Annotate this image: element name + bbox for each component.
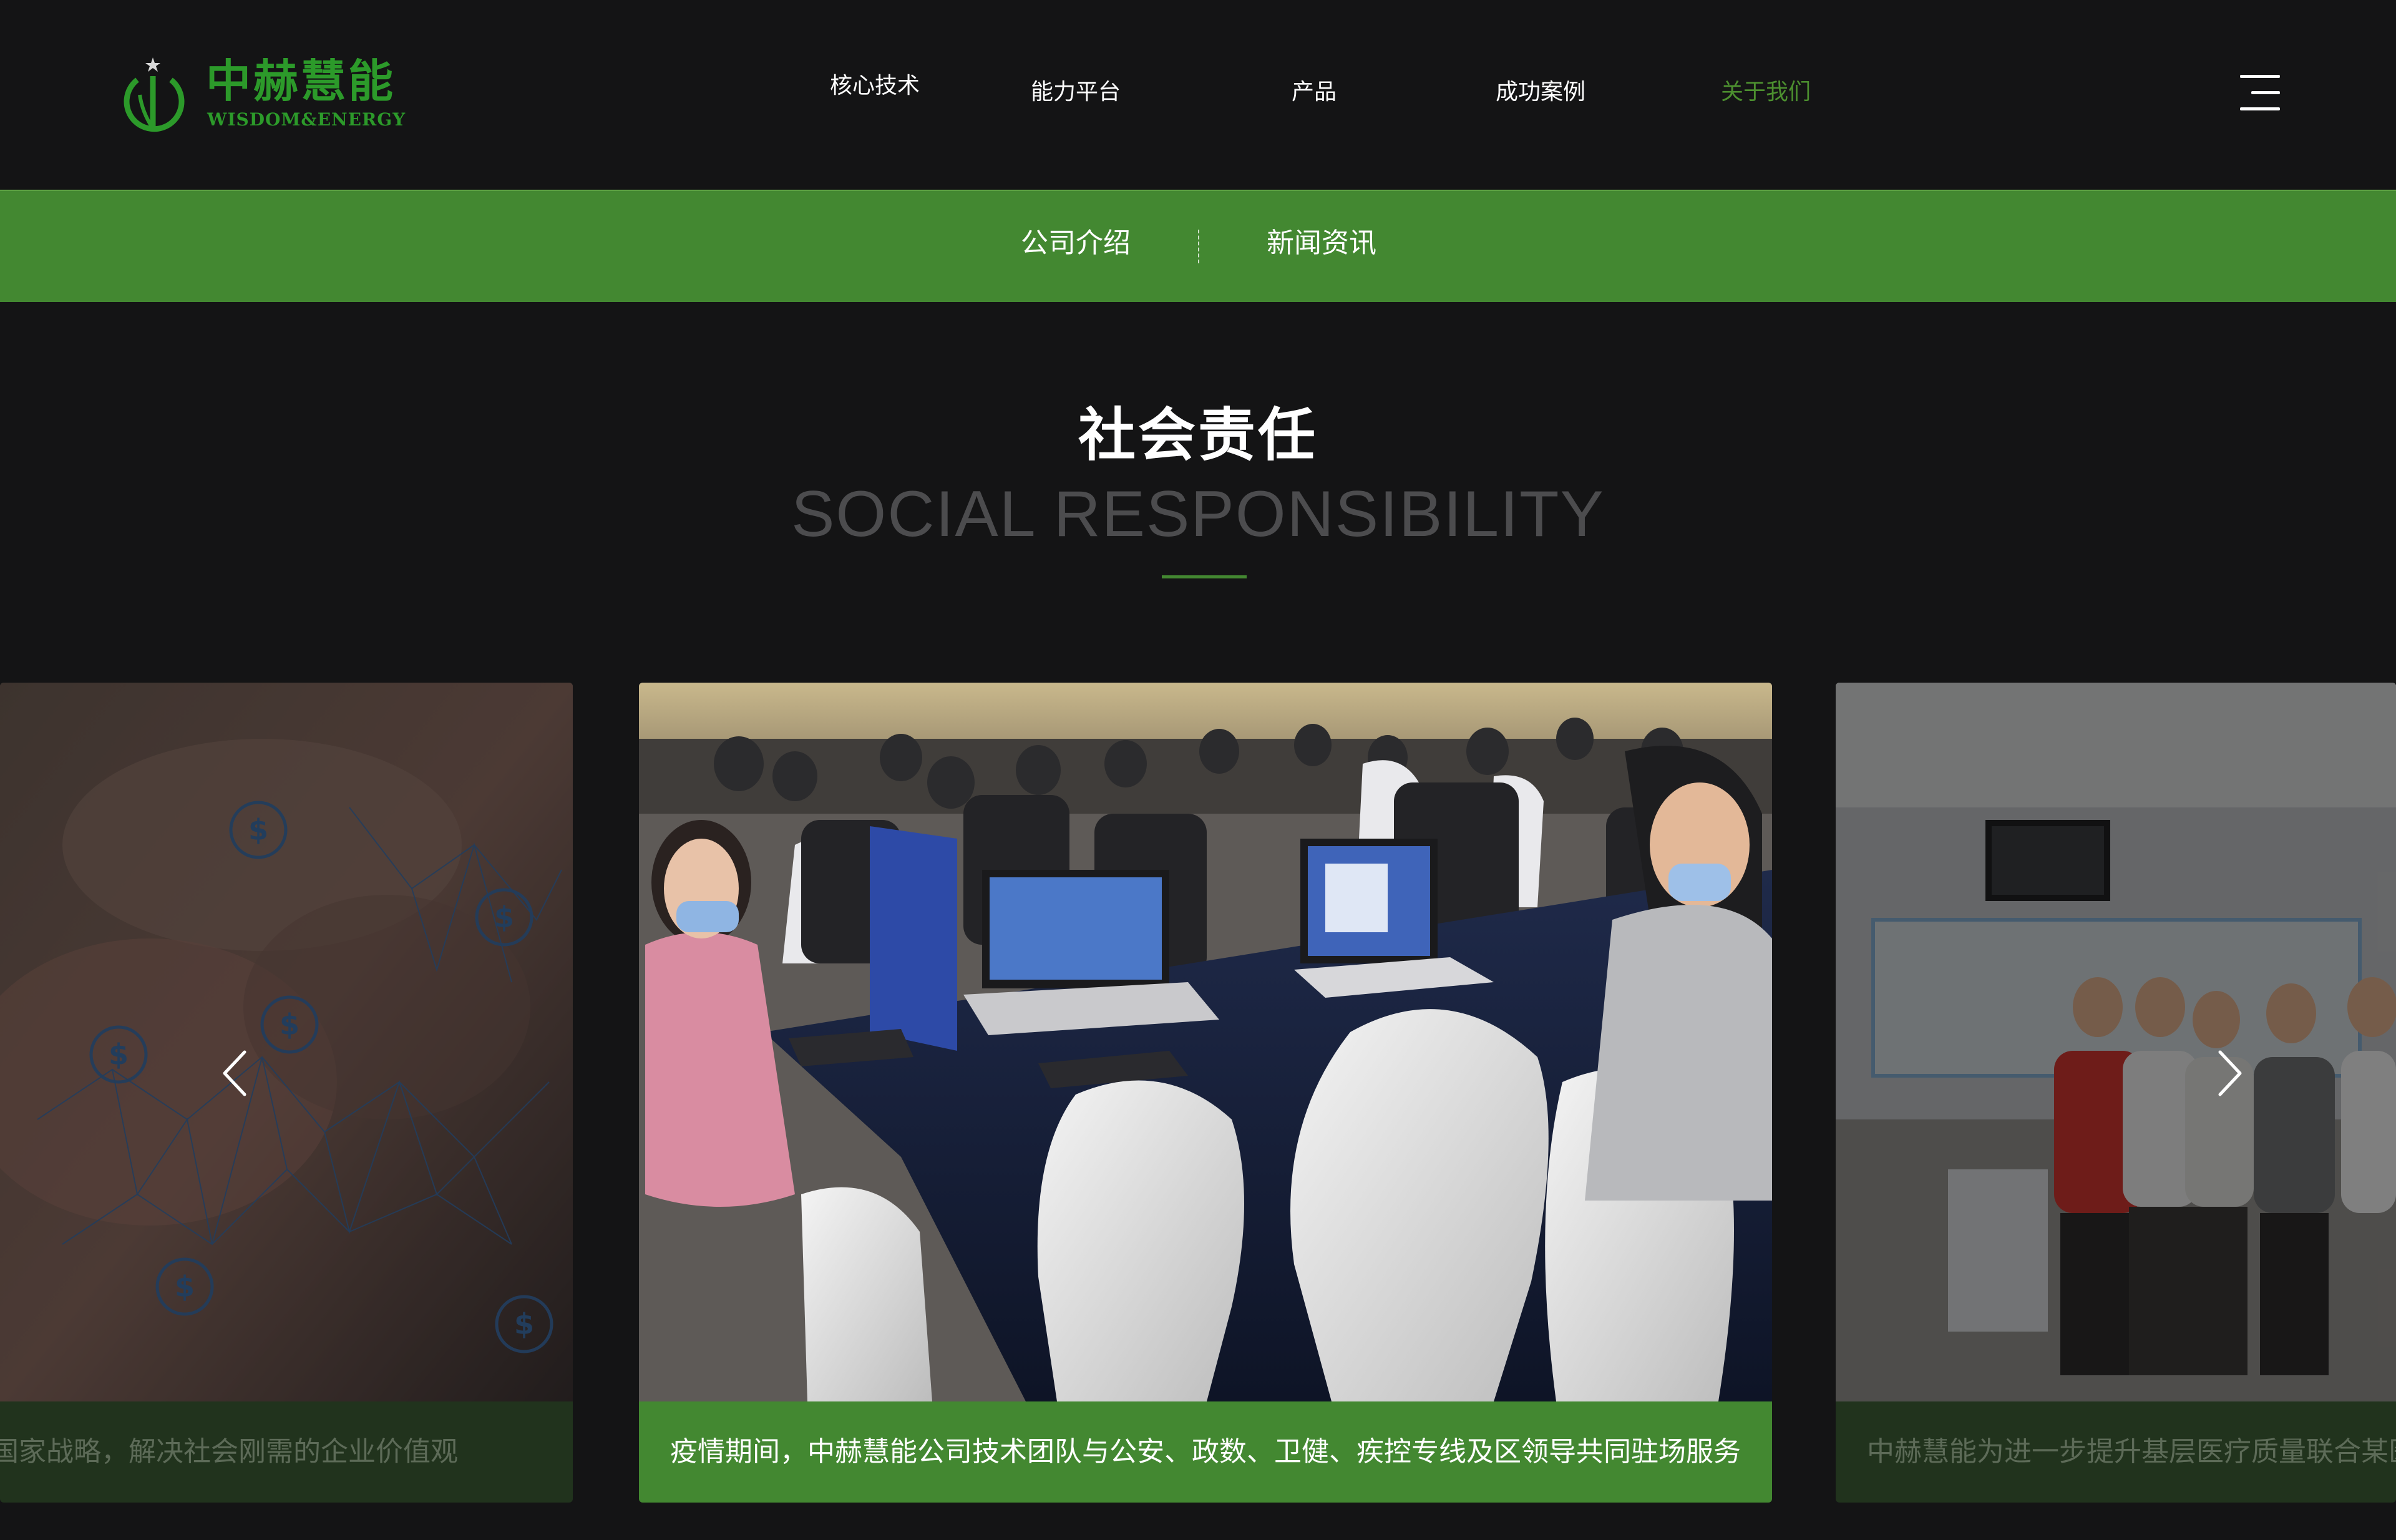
carousel-slide-next[interactable]: 中赫慧能为进一步提升基层医疗质量联合某医 (1836, 683, 2396, 1503)
logo[interactable]: 中赫慧能 WISDOM&ENERGY (119, 55, 406, 136)
slide-caption: 中赫慧能为进一步提升基层医疗质量联合某医 (1836, 1401, 2396, 1503)
subnav-divider (1198, 230, 1199, 263)
slide-dim-overlay (1836, 683, 2396, 1401)
brand-name-cn: 中赫慧能 (206, 55, 396, 107)
subnav-item-news[interactable]: 新闻资讯 (1267, 230, 1376, 257)
section-title: 社会责任 (1078, 402, 1318, 469)
carousel-prev-button[interactable] (216, 1048, 253, 1098)
sub-navigation: 公司介绍 新闻资讯 (0, 190, 2396, 302)
team-working-laptops-image (639, 683, 1772, 1401)
hands-network-dollar-image: $ $ $ $ $ $ (0, 683, 573, 1401)
group-photo-clinic-image (1836, 683, 2396, 1401)
page: 中赫慧能 WISDOM&ENERGY 核心技术 能力平台 产品 成功案例 关于我… (0, 0, 2396, 1540)
slide-caption-text: 中赫慧能为进一步提升基层医疗质量联合某医 (1867, 1436, 2396, 1468)
carousel-next-button[interactable] (2211, 1048, 2249, 1098)
carousel-slide-active[interactable]: 疫情期间，中赫慧能公司技术团队与公安、政数、卫健、疾控专线及区领导共同驻场服务 (639, 683, 1772, 1503)
slide-caption-text: 疫情期间，中赫慧能公司技术团队与公安、政数、卫健、疾控专线及区领导共同驻场服务 (670, 1436, 1741, 1468)
chevron-right-icon (2218, 1050, 2242, 1096)
header: 中赫慧能 WISDOM&ENERGY 核心技术 能力平台 产品 成功案例 关于我… (0, 0, 2396, 190)
subnav-item-company-intro[interactable]: 公司介绍 (1021, 230, 1131, 257)
nav-item-cases[interactable]: 成功案例 (1496, 81, 1585, 104)
nav-item-products[interactable]: 产品 (1292, 81, 1337, 104)
carousel-slide-prev[interactable]: $ $ $ $ $ $ 国家战略，解决社会刚需的企业价值观 (0, 683, 573, 1503)
slide-dim-overlay (0, 683, 573, 1401)
chevron-left-icon (223, 1050, 246, 1096)
slide-caption: 国家战略，解决社会刚需的企业价值观 (0, 1401, 573, 1503)
logo-mark-icon (124, 57, 185, 132)
section-underline (1162, 575, 1247, 578)
nav-item-platform[interactable]: 能力平台 (1031, 81, 1121, 104)
nav-item-about-us[interactable]: 关于我们 (1721, 81, 1811, 104)
section-subtitle: SOCIAL RESPONSIBILITY (791, 478, 1605, 550)
nav-item-core-tech[interactable]: 核心技术 (830, 75, 920, 97)
brand-name-en: WISDOM&ENERGY (207, 109, 406, 130)
hamburger-menu-icon[interactable] (2240, 75, 2280, 111)
slide-caption: 疫情期间，中赫慧能公司技术团队与公安、政数、卫健、疾控专线及区领导共同驻场服务 (639, 1401, 1772, 1503)
slide-caption-text: 国家战略，解决社会刚需的企业价值观 (0, 1436, 458, 1468)
